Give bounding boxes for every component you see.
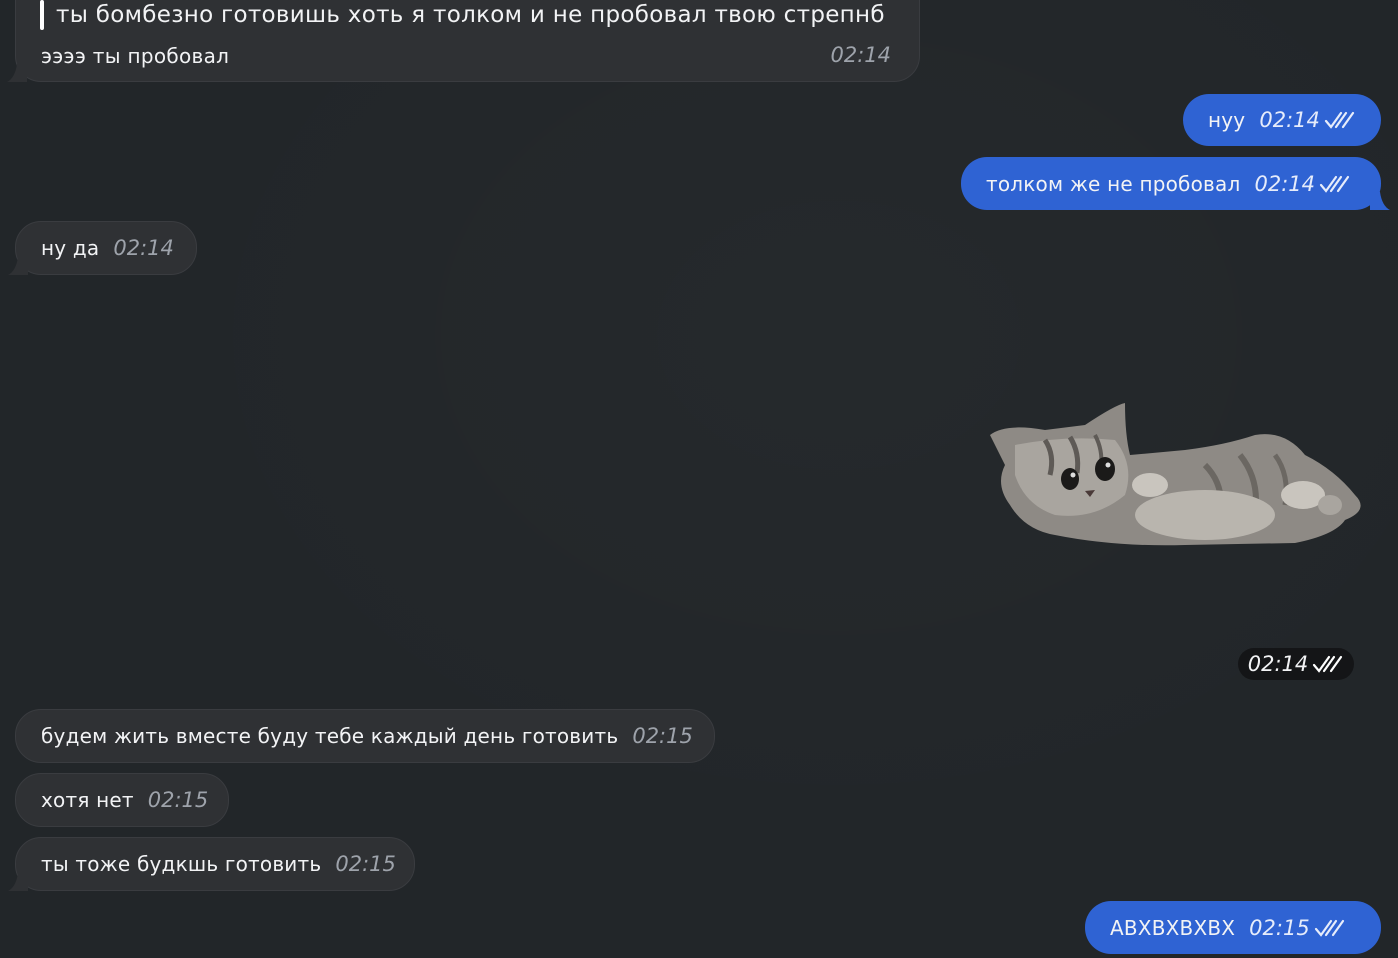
double-check-icon [1314,919,1344,937]
message-text: хотя нет [41,788,134,812]
message-time: 02:14 [1247,652,1309,676]
message-time: 02:15 [335,852,396,876]
reply-quote[interactable]: ты бомбезно готовишь хоть я толком и не … [40,0,885,31]
message-text: АВХВХВХВХ [1110,915,1236,940]
bubble-tail [7,64,27,82]
message-time: 02:14 [113,236,174,260]
double-check-icon [1313,655,1343,673]
incoming-message[interactable]: ну да 02:14 [8,221,197,275]
message-text: нуу [1208,108,1246,132]
message-time: 02:14 [1259,108,1320,132]
outgoing-message[interactable]: нуу 02:14 [1183,94,1381,146]
outgoing-message[interactable]: АВХВХВХВХ 02:15 [1085,901,1381,954]
reply-quote-bar [40,0,44,30]
message-time: 02:15 [632,724,693,748]
sticker-time-pill: 02:14 [1238,648,1354,680]
message-text: толком же не пробовал [986,171,1241,196]
message-text: ну да [41,236,100,260]
message-time: 02:14 [1254,171,1315,196]
double-check-icon [1324,111,1354,129]
outgoing-message[interactable]: толком же не пробовал 02:14 [961,157,1390,210]
incoming-message[interactable]: хотя нет 02:15 [15,773,229,827]
bubble-tail [8,257,28,275]
message-time: 02:14 [830,43,891,67]
bubble-tail [8,873,28,891]
reply-quote-text: ты бомбезно готовишь хоть я толком и не … [56,2,885,28]
message-time: 02:15 [1249,915,1310,940]
message-text: ты тоже будкшь готовить [41,852,322,876]
incoming-reply-message[interactable]: ты бомбезно готовишь хоть я толком и не … [7,0,920,82]
message-text: будем жить вместе буду тебе каждый день … [41,724,619,748]
message-time: 02:15 [147,788,209,812]
incoming-message[interactable]: будем жить вместе буду тебе каждый день … [15,709,715,763]
kitten-lying-sticker[interactable] [985,395,1365,565]
chat-window: ты бомбезно готовишь хоть я толком и не … [0,0,1398,958]
incoming-message[interactable]: ты тоже будкшь готовить 02:15 [8,837,415,891]
message-text: ээээ ты пробовал [41,44,230,68]
double-check-icon [1319,175,1350,193]
bubble-tail [1370,192,1390,210]
